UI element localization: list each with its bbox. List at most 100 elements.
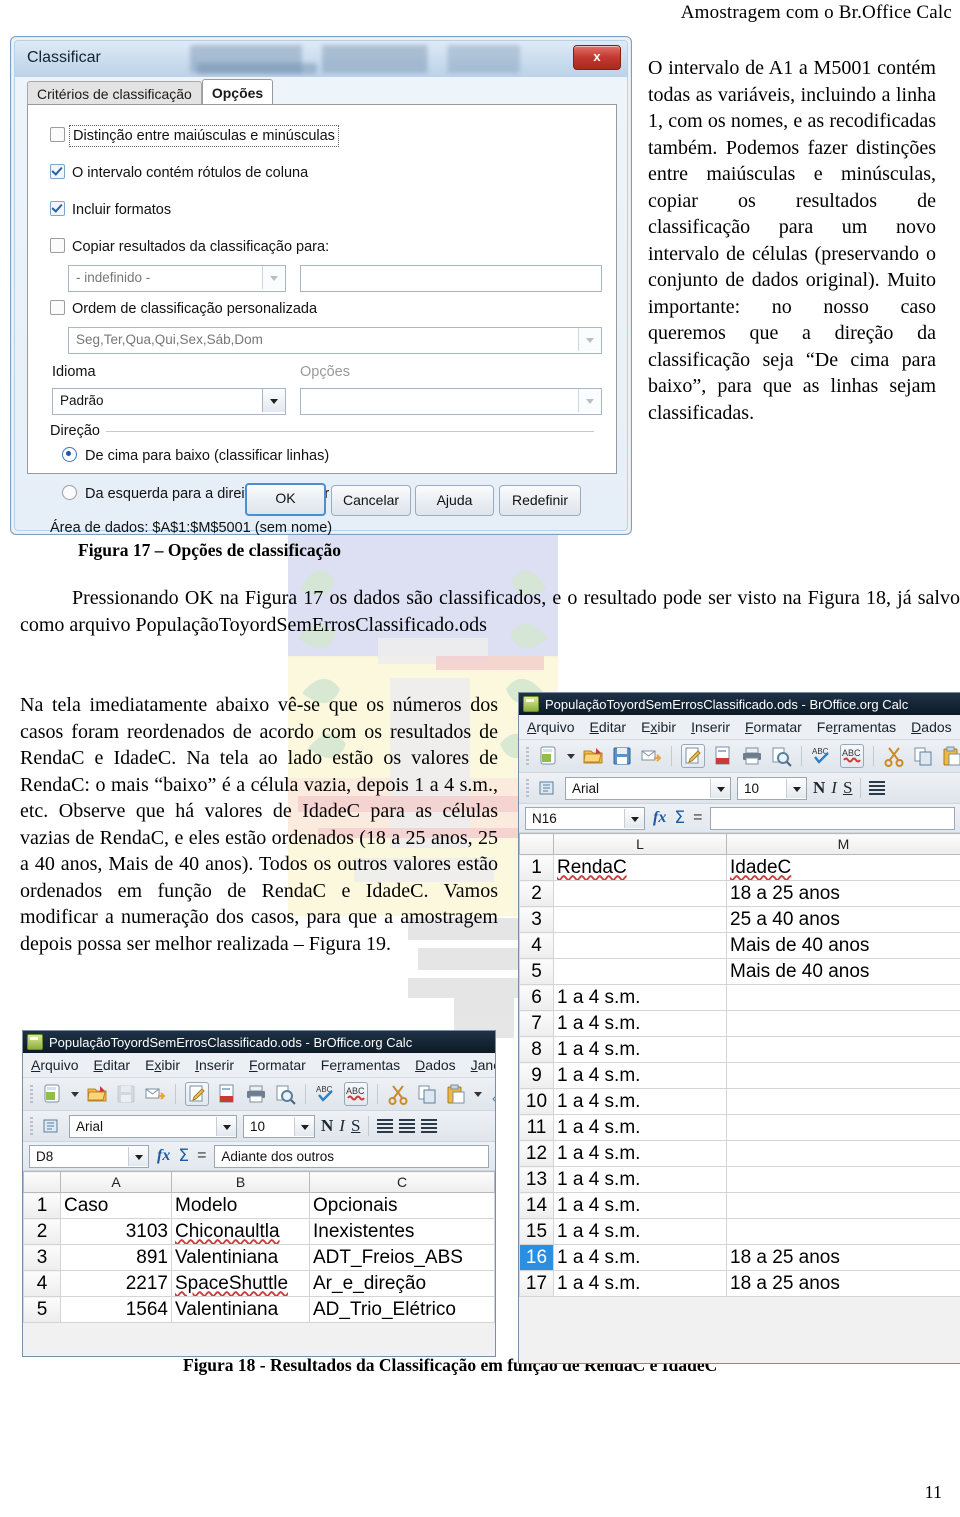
bold-button[interactable]: N (321, 1116, 333, 1136)
menu-dados[interactable]: Dados (415, 1057, 455, 1073)
open-folder-icon[interactable] (86, 1083, 108, 1105)
toolbar-grip[interactable] (30, 1085, 33, 1103)
cell-M9[interactable] (726, 1062, 960, 1089)
save-icon[interactable] (611, 745, 633, 767)
menu-arquivo[interactable]: Arquivo (31, 1057, 78, 1073)
row-header[interactable]: 6 (519, 984, 554, 1011)
close-icon[interactable]: x (573, 45, 621, 70)
equals-icon[interactable]: = (693, 809, 702, 827)
cell-M1[interactable]: IdadeC (726, 854, 960, 881)
chevron-down-icon[interactable] (578, 389, 601, 412)
cell-B2[interactable]: Chiconaultla (171, 1218, 310, 1245)
cell-L9[interactable]: 1 a 4 s.m. (553, 1062, 727, 1089)
formula-input-line[interactable] (710, 806, 955, 830)
cancel-button[interactable]: Cancelar (331, 485, 411, 516)
send-email-icon[interactable] (144, 1083, 166, 1105)
row-header[interactable]: 5 (519, 958, 554, 985)
menu-janela[interactable]: Janela (471, 1057, 495, 1073)
print-preview-icon[interactable] (770, 745, 792, 767)
chevron-down-icon[interactable] (710, 778, 730, 798)
language-combo[interactable]: Padrão (52, 388, 286, 415)
checkbox-custom-sort-order[interactable]: Ordem de classificação personalizada (50, 300, 317, 317)
cell-C3[interactable]: ADT_Freios_ABS (309, 1244, 495, 1271)
custom-sort-order-combo[interactable]: Seg,Ter,Qua,Qui,Sex,Sáb,Dom (68, 327, 602, 354)
print-icon[interactable] (741, 745, 763, 767)
select-all-corner[interactable] (23, 1171, 61, 1193)
column-header-M[interactable]: M (726, 833, 960, 855)
font-name-field[interactable]: Arial (69, 1114, 237, 1138)
menu-ferramentas[interactable]: Ferramentas (321, 1057, 400, 1073)
row-header[interactable]: 12 (519, 1140, 554, 1167)
toolbar-grip[interactable] (526, 747, 529, 765)
row-header[interactable]: 1 (519, 854, 554, 881)
menu-exibir[interactable]: Exibir (641, 719, 676, 735)
cell-M16[interactable]: 18 a 25 anos (726, 1244, 960, 1271)
menu-formatar[interactable]: Formatar (249, 1057, 306, 1073)
cell-M2[interactable]: 18 a 25 anos (726, 880, 960, 907)
tab-criterios[interactable]: Critérios de classificação (27, 81, 202, 106)
align-center-icon[interactable] (399, 1119, 416, 1133)
spellcheck-icon[interactable]: ABC (811, 745, 833, 767)
copy-results-target-input[interactable] (300, 265, 602, 292)
menu-arquivo[interactable]: Arquivo (527, 719, 574, 735)
row-header[interactable]: 14 (519, 1192, 554, 1219)
cell-B3[interactable]: Valentiniana (171, 1244, 310, 1271)
row-header[interactable]: 8 (519, 1036, 554, 1063)
new-document-icon[interactable] (42, 1083, 64, 1105)
menu-editar[interactable]: Editar (93, 1057, 130, 1073)
paste-icon[interactable] (445, 1083, 467, 1105)
spellcheck-icon[interactable]: ABC (315, 1083, 337, 1105)
copy-icon[interactable] (416, 1083, 438, 1105)
paste-icon[interactable] (941, 745, 960, 767)
cell-M15[interactable] (726, 1218, 960, 1245)
chevron-down-icon[interactable] (578, 328, 601, 351)
italic-button[interactable]: I (339, 1116, 345, 1136)
cell-L10[interactable]: 1 a 4 s.m. (553, 1088, 727, 1115)
cell-L4[interactable] (553, 932, 727, 959)
checkbox-copy-results-to[interactable]: Copiar resultados da classificação para: (50, 238, 329, 255)
cell-M11[interactable] (726, 1114, 960, 1141)
row-header[interactable]: 13 (519, 1166, 554, 1193)
row-header[interactable]: 5 (23, 1296, 61, 1323)
font-name-field[interactable]: Arial (565, 776, 731, 800)
send-email-icon[interactable] (640, 745, 662, 767)
cell-M6[interactable] (726, 984, 960, 1011)
cell-C5[interactable]: AD_Trio_Elétrico (309, 1296, 495, 1323)
toolbar-grip[interactable] (30, 1117, 33, 1135)
export-pdf-icon[interactable] (216, 1083, 238, 1105)
menu-inserir[interactable]: Inserir (195, 1057, 234, 1073)
checkbox-range-has-column-labels[interactable]: O intervalo contém rótulos de coluna (50, 164, 308, 181)
select-all-corner[interactable] (519, 833, 554, 855)
edit-file-icon[interactable] (681, 744, 705, 768)
toolbar-grip[interactable] (526, 779, 529, 797)
cell-L14[interactable]: 1 a 4 s.m. (553, 1192, 727, 1219)
print-preview-icon[interactable] (274, 1083, 296, 1105)
cell-A3[interactable]: 891 (60, 1244, 172, 1271)
print-icon[interactable] (245, 1083, 267, 1105)
chevron-down-icon[interactable] (294, 1116, 314, 1136)
cut-icon[interactable] (883, 745, 905, 767)
cell-L5[interactable] (553, 958, 727, 985)
align-left-icon[interactable] (377, 1119, 394, 1133)
cell-M13[interactable] (726, 1166, 960, 1193)
reset-button[interactable]: Redefinir (499, 485, 581, 516)
row-header[interactable]: 10 (519, 1088, 554, 1115)
cell-C2[interactable]: Inexistentes (309, 1218, 495, 1245)
cell-L17[interactable]: 1 a 4 s.m. (553, 1270, 727, 1297)
cell-A5[interactable]: 1564 (60, 1296, 172, 1323)
cell-L2[interactable] (553, 880, 727, 907)
chevron-down-icon[interactable] (71, 1091, 79, 1097)
name-box[interactable]: N16 (525, 806, 645, 830)
cell-L12[interactable]: 1 a 4 s.m. (553, 1140, 727, 1167)
row-header[interactable]: 11 (519, 1114, 554, 1141)
row-header[interactable]: 4 (519, 932, 554, 959)
stylist-icon[interactable] (537, 777, 559, 799)
cell-L8[interactable]: 1 a 4 s.m. (553, 1036, 727, 1063)
row-header[interactable]: 3 (23, 1244, 61, 1271)
chevron-down-icon[interactable] (216, 1116, 236, 1136)
chevron-down-icon[interactable] (262, 389, 285, 412)
autospellcheck-icon[interactable]: ABC (344, 1082, 368, 1106)
font-size-field[interactable]: 10 (243, 1114, 315, 1138)
name-box[interactable]: D8 (29, 1144, 149, 1168)
radio-top-to-bottom[interactable]: De cima para baixo (classificar linhas) (62, 447, 329, 464)
